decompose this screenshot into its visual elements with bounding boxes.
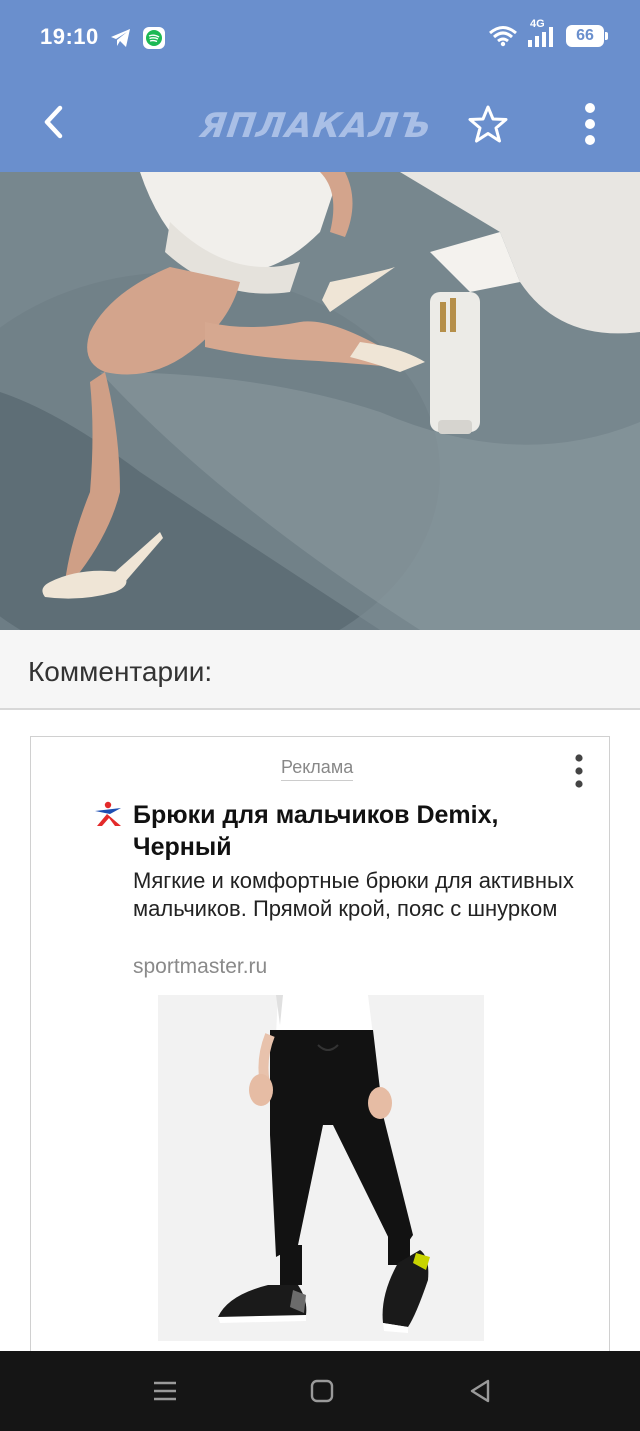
nav-back-button[interactable] — [460, 1371, 500, 1411]
home-icon — [310, 1379, 334, 1403]
ad-domain[interactable]: sportmaster.ru — [133, 955, 267, 979]
post-photo[interactable] — [0, 172, 640, 630]
ad-label: Реклама — [281, 757, 354, 781]
star-outline-icon — [468, 105, 508, 143]
wifi-icon — [489, 26, 517, 47]
home-button[interactable] — [302, 1371, 342, 1411]
battery-level: 66 — [576, 27, 594, 44]
system-icons: 4G 66 — [488, 18, 608, 48]
chevron-left-icon — [44, 105, 63, 139]
status-time: 19:10 — [40, 24, 99, 49]
product-photo-pants — [158, 995, 484, 1341]
ad-description: Мягкие и комфортные брюки для активных м… — [133, 868, 574, 921]
ad-title[interactable]: Брюки для мальчиков Demix, Черный — [133, 799, 573, 863]
spotify-icon — [143, 27, 165, 49]
more-vertical-icon — [585, 103, 595, 145]
comments-section-header: Комментарии: — [0, 630, 640, 710]
recents-button[interactable] — [145, 1371, 185, 1411]
telegram-icon — [111, 29, 130, 47]
ad-product-image[interactable] — [158, 995, 484, 1341]
overflow-menu-button[interactable] — [566, 98, 614, 150]
ad-card[interactable]: Реклама Брюки для мальчиков Demix, Черны… — [30, 736, 610, 1376]
cellular-signal: 4G — [526, 18, 558, 48]
system-navigation-bar — [0, 1351, 640, 1431]
battery-icon: 66 — [566, 25, 608, 47]
status-bar: 19:10 4G 66 — [0, 0, 640, 80]
ad-options-button[interactable] — [561, 751, 597, 791]
notification-icons — [110, 26, 166, 50]
back-triangle-icon — [470, 1379, 490, 1403]
app-bar: ЯПЛАКАЛЪ — [0, 80, 640, 172]
sportmaster-logo-icon — [93, 799, 123, 829]
favorite-button[interactable] — [464, 100, 512, 148]
photo-legs-piano — [0, 172, 640, 630]
more-vertical-icon — [575, 754, 583, 788]
signal-icon — [528, 27, 553, 47]
site-logo[interactable]: ЯПЛАКАЛЪ — [197, 106, 434, 146]
recents-icon — [154, 1381, 176, 1401]
comments-title: Комментарии: — [28, 656, 213, 687]
back-button[interactable] — [30, 98, 78, 146]
